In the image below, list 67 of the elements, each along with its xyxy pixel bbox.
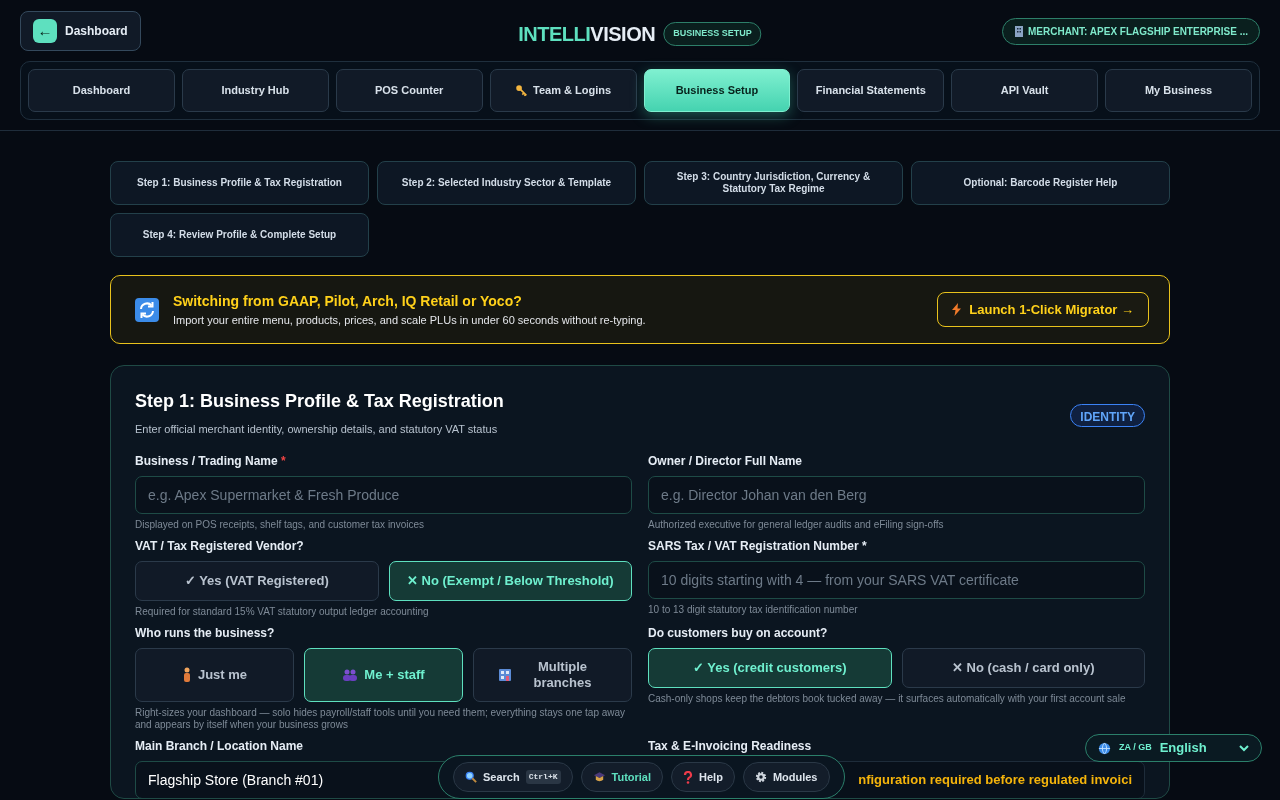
field-hint: Cash-only shops keep the debtors book tucked away — it surfaces automatically with your first account sale [648,692,1127,705]
field-hint: Right-sizes your dashboard — solo hides payroll/staff tools until you need them; everything stays one tap away and appears by itself when your business grows [135,706,627,731]
field-hint: Displayed on POS receipts, shelf tags, and customer tax invoices [135,518,426,531]
question-icon [683,770,694,784]
search-icon [465,771,477,783]
building-icon [497,667,512,682]
field-label: Who runs the business? [135,624,275,642]
option-button[interactable]: ✓ Yes (VAT Registered) [135,560,379,601]
nav-tab[interactable]: Financial Statements [797,69,945,112]
chevron-down-icon [1239,744,1249,752]
step-button[interactable]: Step 4: Review Profile & Complete Setup [110,213,369,257]
nav-tab[interactable]: API Vault [951,69,1099,112]
building-icon [1013,25,1024,37]
step-button[interactable]: Optional: Barcode Register Help [911,161,1170,205]
back-label: Dashboard [65,23,128,40]
step-button[interactable]: Step 3: Country Jurisdiction, Currency & Statutory Tax Regime [644,161,903,205]
option-button[interactable]: Me + staff [304,647,463,702]
field-label: Tax & E-Invoicing Readiness [648,737,812,755]
option-button[interactable]: Just me [135,647,294,702]
sync-icon [135,297,159,322]
form-title: Step 1: Business Profile & Tax Registration [135,390,504,413]
identity-badge: IDENTITY [1070,404,1145,427]
back-button[interactable]: ← Dashboard [20,11,141,51]
globe-icon [1098,741,1111,755]
nav-tab[interactable]: Dashboard [28,69,175,112]
input-field[interactable]: e.g. Apex Supermarket & Fresh Produce [135,475,632,514]
option-button[interactable]: ✓ Yes (credit customers) [648,647,892,688]
brand-logo: INTELLIVISION [518,22,656,47]
option-button[interactable]: ✕ No (cash / card only) [901,647,1145,688]
key-icon [515,84,529,97]
input-field[interactable]: 10 digits starting with 4 — from your SARS VAT certificate [648,560,1145,599]
language-selector[interactable]: ZA / GB English [1085,734,1262,762]
gear-icon [754,771,767,783]
lightning-icon [952,303,962,316]
nav-tab[interactable]: My Business [1105,69,1252,112]
merchant-label: MERCHANT: APEX FLAGSHIP ENTERPRISE ... [1027,24,1248,39]
nav-tab[interactable]: Industry Hub [181,69,329,112]
migrator-button[interactable]: Launch 1-Click Migrator → [937,292,1149,327]
form-subtitle: Enter official merchant identity, ownership details, and statutory VAT status [135,422,499,437]
field-label: Business / Trading Name * [135,452,286,470]
banner-title: Switching from GAAP, Pilot, Arch, IQ Retail or Yoco? [173,291,523,311]
toolbar-button[interactable]: Modules [742,762,830,792]
section-badge: BUSINESS SETUP [663,22,762,46]
people-icon [342,667,359,682]
input-field[interactable]: e.g. Director Johan van den Berg [648,475,1145,514]
banner-text: Import your entire menu, products, prices, and scale PLUs in under 60 seconds without re-typing. [173,312,646,328]
option-button[interactable]: Multiple branches [473,647,632,702]
field-hint: Authorized executive for general ledger audits and eFiling sign-offs [648,518,945,531]
toolbar-button[interactable]: Help [671,762,735,792]
nav-tab[interactable]: Team & Logins [489,69,637,112]
step-button[interactable]: Step 2: Selected Industry Sector & Template [377,161,636,205]
field-hint: Required for standard 15% VAT statutory output ledger accounting [135,605,430,618]
person-icon [181,666,192,683]
toolbar-button[interactable]: Search Ctrl+K [453,762,573,792]
nav-tab[interactable]: Business Setup [643,69,791,112]
nav-tab[interactable]: POS Counter [335,69,483,112]
toolbar-button[interactable]: Tutorial [580,762,664,792]
field-label: Main Branch / Location Name [135,737,304,755]
step-button[interactable]: Step 1: Business Profile & Tax Registration [110,161,369,205]
field-label: Do customers buy on account? [648,624,828,642]
option-button[interactable]: ✕ No (Exempt / Below Threshold) [388,560,632,601]
field-label: Owner / Director Full Name [648,452,803,470]
field-label: SARS Tax / VAT Registration Number * [648,537,867,555]
shortcut-key: Ctrl+K [525,770,561,784]
field-label: VAT / Tax Registered Vendor? [135,537,304,555]
graduation-cap-icon [592,771,606,783]
field-hint: 10 to 13 digit statutory tax identification number [648,603,859,616]
